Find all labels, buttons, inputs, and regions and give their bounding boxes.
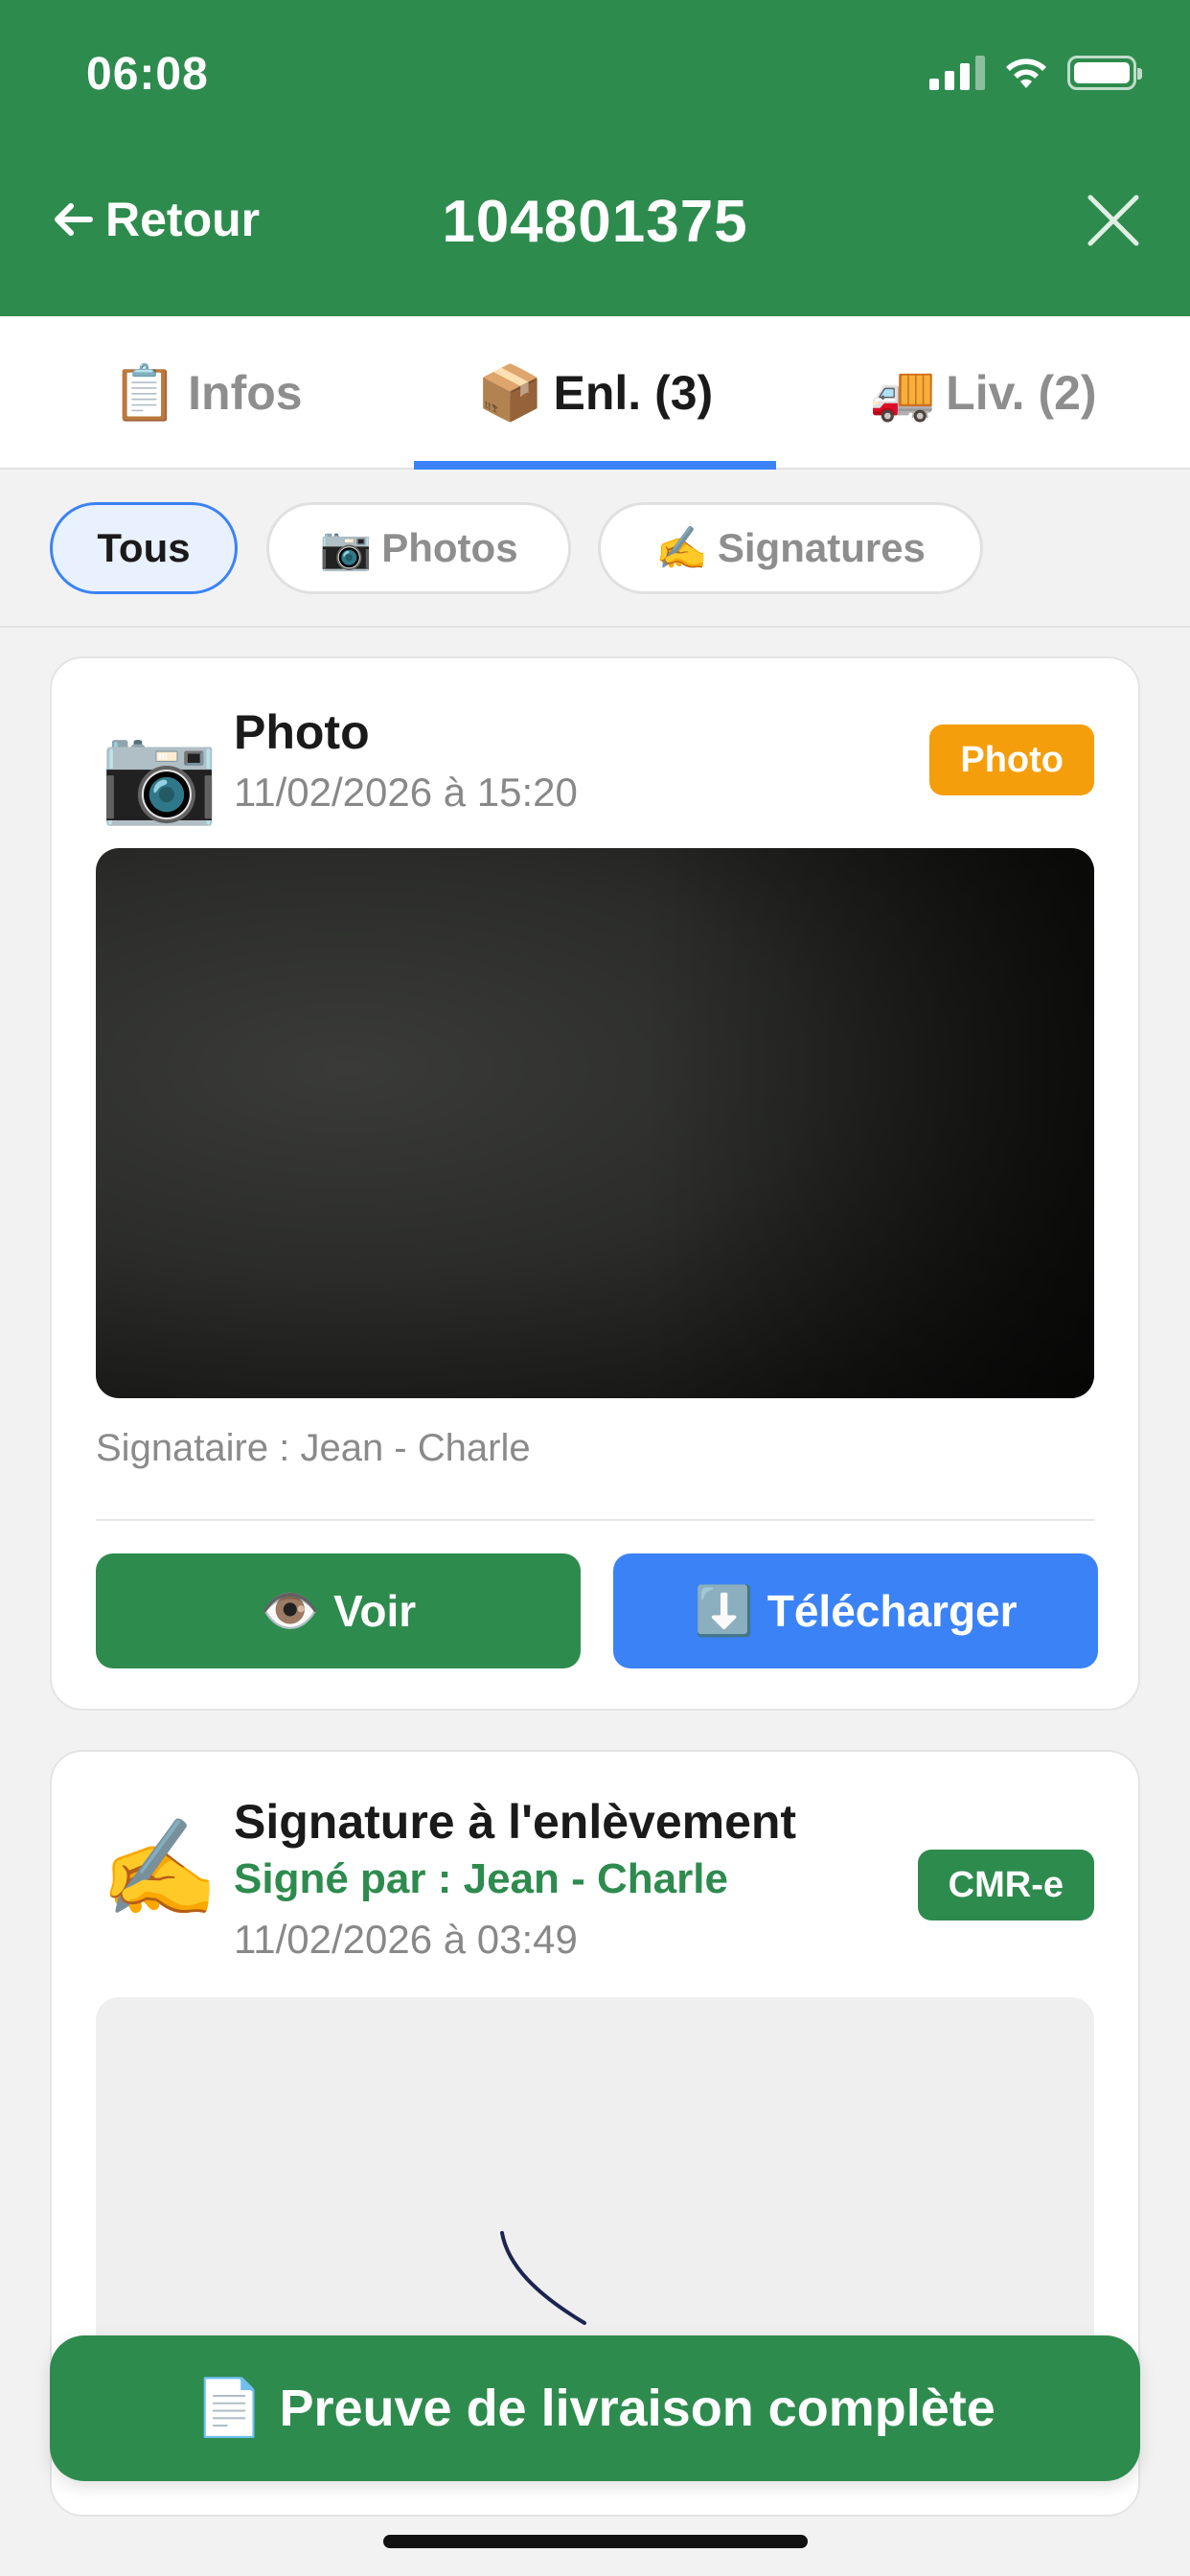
status-time: 06:08 — [86, 49, 209, 100]
clipboard-icon: 📋 — [111, 362, 179, 423]
download-arrow-icon: ⬇️ — [694, 1583, 754, 1638]
wifi-icon — [1006, 58, 1046, 88]
chip-label: Tous — [97, 525, 191, 570]
page-title: 104801375 — [442, 189, 748, 255]
home-indicator[interactable] — [383, 2535, 808, 2548]
signataire-text: Signataire : Jean - Charle — [96, 1427, 531, 1469]
view-label: Voir — [333, 1586, 417, 1636]
filter-chip-photos[interactable]: 📷 Photos — [266, 502, 571, 594]
card-title: Signature à l'enlèvement — [234, 1795, 797, 1849]
photo-thumbnail[interactable] — [96, 848, 1094, 1398]
battery-icon — [1067, 56, 1142, 90]
eye-icon: 👁️ — [260, 1583, 321, 1638]
tab-livraison[interactable]: 🚚 Liv. (2) — [776, 316, 1190, 470]
filter-bar: Tous 📷 Photos ✍️ Signatures — [0, 470, 1190, 628]
view-button[interactable]: 👁️ Voir — [96, 1553, 581, 1668]
truck-icon: 🚚 — [869, 362, 937, 423]
document-icon: 📄 — [195, 2377, 264, 2439]
divider — [96, 1519, 1094, 1521]
status-icons — [929, 54, 1142, 92]
tab-label: Liv. (2) — [946, 366, 1097, 420]
tab-bar: 📋 Infos 📦 Enl. (3) 🚚 Liv. (2) — [0, 316, 1190, 470]
filter-chip-tous[interactable]: Tous — [50, 502, 238, 594]
writing-hand-icon: ✍️ — [655, 525, 708, 572]
tab-label: Infos — [188, 366, 303, 420]
card-date: 11/02/2026 à 15:20 — [234, 770, 578, 815]
download-button[interactable]: ⬇️ Télécharger — [613, 1553, 1098, 1668]
active-tab-indicator — [414, 461, 776, 470]
proof-label: Preuve de livraison complète — [279, 2380, 995, 2437]
card-date: 11/02/2026 à 03:49 — [234, 1917, 578, 1962]
signed-by-text: Signé par : Jean - Charle — [234, 1855, 728, 1902]
chip-label: Signatures — [717, 525, 926, 570]
card-title: Photo — [234, 705, 370, 759]
filter-chip-signatures[interactable]: ✍️ Signatures — [598, 502, 983, 594]
camera-icon: 📷 — [100, 720, 219, 827]
photo-card: 📷 Photo 11/02/2026 à 15:20 Photo Signata… — [50, 656, 1140, 1711]
download-label: Télécharger — [767, 1586, 1018, 1636]
type-badge: Photo — [929, 724, 1094, 795]
writing-hand-icon: ✍️ — [100, 1815, 219, 1922]
tab-label: Enl. (3) — [553, 366, 714, 420]
package-icon: 📦 — [476, 362, 544, 423]
tab-enlevement[interactable]: 📦 Enl. (3) — [414, 316, 776, 470]
tab-infos[interactable]: 📋 Infos — [0, 316, 414, 470]
camera-icon: 📷 — [319, 525, 373, 572]
close-icon[interactable] — [1085, 192, 1142, 249]
chip-label: Photos — [381, 525, 518, 570]
proof-of-delivery-button[interactable]: 📄 Preuve de livraison complète — [50, 2335, 1140, 2481]
cellular-signal-icon — [929, 56, 985, 90]
type-badge: CMR-e — [917, 1850, 1094, 1920]
app-header: 06:08 Retour 104801375 — [0, 0, 1190, 316]
